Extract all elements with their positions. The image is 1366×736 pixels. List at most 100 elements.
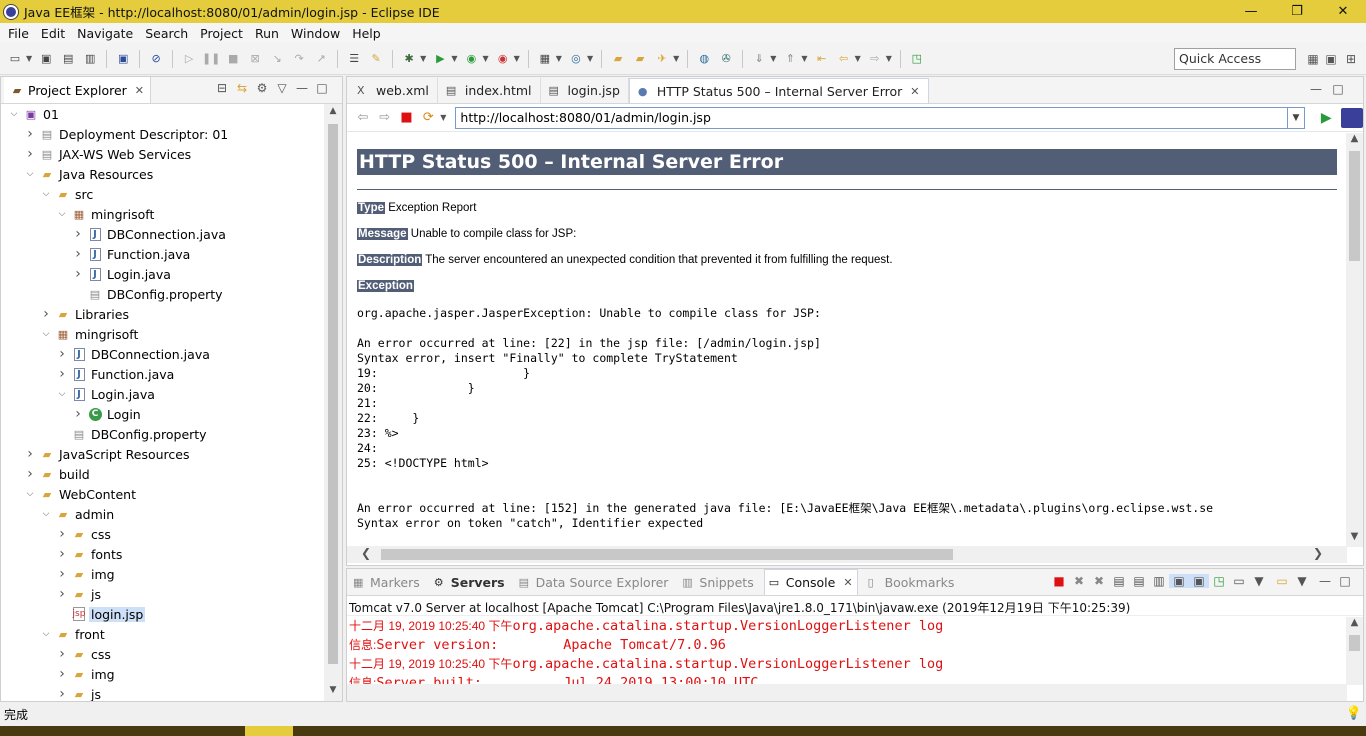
editor-tab[interactable]: Xweb.xml: [349, 78, 438, 103]
tree-item[interactable]: ⌵ ▦ mingrisoft: [1, 324, 324, 344]
tree-item[interactable]: › ▰ img: [1, 564, 324, 584]
close-icon[interactable]: ✕: [135, 84, 144, 97]
filters-icon[interactable]: ⚙: [252, 81, 272, 95]
tree-item[interactable]: ▤ DBConfig.property: [1, 424, 324, 444]
new-dropdown-icon[interactable]: ▼: [26, 54, 32, 63]
tree-item[interactable]: › ▰ img: [1, 664, 324, 684]
scroll-up-icon[interactable]: ▲: [324, 106, 342, 122]
minimize-view-icon[interactable]: —: [292, 81, 312, 95]
new-server-dropdown-icon[interactable]: ▼: [556, 54, 562, 63]
chevron-right-icon[interactable]: ›: [23, 466, 37, 482]
chevron-down-icon[interactable]: ⌵: [23, 169, 37, 179]
scroll-up-icon[interactable]: ▲: [1346, 617, 1363, 628]
pin-console-icon[interactable]: ◳: [1209, 574, 1229, 588]
scroll-thumb[interactable]: [1349, 151, 1360, 261]
browser-refresh-dropdown-icon[interactable]: ▼: [440, 113, 446, 122]
url-input[interactable]: [455, 106, 1288, 129]
open-task-dropdown-icon[interactable]: ▼: [673, 54, 679, 63]
open-perspective-icon[interactable]: ▦: [1304, 50, 1322, 68]
task-list-icon[interactable]: ☰: [345, 50, 363, 68]
forward-dropdown-icon[interactable]: ▼: [886, 54, 892, 63]
web-browser-icon[interactable]: ◍: [695, 50, 713, 68]
editor-tab[interactable]: ● HTTP Status 500 – Internal Server Error…: [628, 78, 929, 103]
tree-item[interactable]: › ▰ css: [1, 524, 324, 544]
link-with-editor-icon[interactable]: ⇆: [232, 81, 252, 95]
tree-item[interactable]: › ▰ build: [1, 464, 324, 484]
word-wrap-icon[interactable]: ▥: [1149, 574, 1169, 588]
forward-icon[interactable]: ⇨: [866, 50, 884, 68]
display-console-dropdown-icon[interactable]: ▼: [1249, 574, 1269, 588]
url-history-dropdown-icon[interactable]: ▼: [1287, 106, 1306, 129]
tree-item[interactable]: ⌵ ▦ mingrisoft: [1, 204, 324, 224]
menu-window[interactable]: Window: [285, 26, 346, 41]
tree-item[interactable]: › J Function.java: [1, 364, 324, 384]
new-class-dropdown-icon[interactable]: ▼: [587, 54, 593, 63]
chevron-down-icon[interactable]: ⌵: [55, 209, 69, 219]
suspend-icon[interactable]: ❚❚: [202, 50, 220, 68]
show-on-stdout-icon[interactable]: ▣: [1169, 574, 1189, 588]
new-icon[interactable]: ▭: [6, 50, 24, 68]
minimize-button[interactable]: —: [1228, 0, 1274, 23]
pin-editor-icon[interactable]: ◳: [908, 50, 926, 68]
tree-item[interactable]: ⌵ ▣ 01: [1, 104, 324, 124]
chevron-right-icon[interactable]: ›: [55, 366, 69, 382]
java-perspective-icon[interactable]: ⊞: [1342, 50, 1360, 68]
previous-annotation-icon[interactable]: ⇑: [781, 50, 799, 68]
tree-item[interactable]: › J Function.java: [1, 244, 324, 264]
back-dropdown-icon[interactable]: ▼: [855, 54, 861, 63]
scroll-up-icon[interactable]: ▲: [1346, 133, 1363, 149]
tree-item[interactable]: › C Login: [1, 404, 324, 424]
resume-icon[interactable]: ▷: [180, 50, 198, 68]
tree-item[interactable]: › ▰ js: [1, 584, 324, 604]
browser-forward-icon[interactable]: ⇨: [375, 108, 395, 128]
tree-item[interactable]: › ▰ fonts: [1, 544, 324, 564]
tree-item[interactable]: ▤ DBConfig.property: [1, 284, 324, 304]
open-console-icon[interactable]: ▭: [1272, 574, 1292, 588]
minimize-editor-icon[interactable]: —: [1305, 82, 1327, 96]
browser-back-icon[interactable]: ⇦: [353, 108, 373, 128]
new-class-icon[interactable]: ◎: [567, 50, 585, 68]
search-icon[interactable]: ✇: [717, 50, 735, 68]
maximize-view-icon[interactable]: □: [1335, 574, 1355, 588]
terminate-icon[interactable]: ■: [224, 50, 242, 68]
chevron-right-icon[interactable]: ›: [55, 546, 69, 562]
page-horizontal-scrollbar[interactable]: ❮ ❯: [347, 546, 1347, 563]
menu-edit[interactable]: Edit: [35, 26, 71, 41]
chevron-right-icon[interactable]: ›: [71, 246, 85, 262]
external-tools-dropdown-icon[interactable]: ▼: [514, 54, 520, 63]
tree-item[interactable]: jsp login.jsp: [1, 604, 324, 624]
console-horizontal-scrollbar[interactable]: [347, 684, 1347, 701]
chevron-right-icon[interactable]: ›: [39, 306, 53, 322]
chevron-right-icon[interactable]: ›: [55, 566, 69, 582]
tree-item[interactable]: › J DBConnection.java: [1, 344, 324, 364]
tree-item[interactable]: › ▰ js: [1, 684, 324, 701]
maximize-button[interactable]: ❐: [1274, 0, 1320, 23]
chevron-down-icon[interactable]: ⌵: [39, 329, 53, 339]
tree-item[interactable]: › ▤ Deployment Descriptor: 01: [1, 124, 324, 144]
tree-item[interactable]: ⌵ ▰ WebContent: [1, 484, 324, 504]
chevron-right-icon[interactable]: ›: [23, 446, 37, 462]
previous-annotation-dropdown-icon[interactable]: ▼: [801, 54, 807, 63]
tab-markers[interactable]: ▦ Markers: [349, 569, 424, 595]
tab-console[interactable]: ▭ Console ✕: [763, 569, 858, 595]
maximize-editor-icon[interactable]: □: [1327, 82, 1349, 96]
remove-launch-icon[interactable]: ✖: [1069, 574, 1089, 588]
tree-item[interactable]: › ▰ Libraries: [1, 304, 324, 324]
open-task-icon[interactable]: ✈: [653, 50, 671, 68]
step-over-icon[interactable]: ↷: [290, 50, 308, 68]
open-console-dropdown-icon[interactable]: ▼: [1292, 574, 1312, 588]
chevron-right-icon[interactable]: ›: [55, 646, 69, 662]
browser-stop-icon[interactable]: ■: [397, 108, 417, 128]
save-all-icon[interactable]: ▤: [59, 50, 77, 68]
maximize-view-icon[interactable]: □: [312, 81, 332, 95]
scroll-down-icon[interactable]: ▼: [324, 685, 342, 701]
menu-project[interactable]: Project: [194, 26, 249, 41]
chevron-right-icon[interactable]: ›: [23, 146, 37, 162]
next-annotation-dropdown-icon[interactable]: ▼: [770, 54, 776, 63]
tree-item[interactable]: › J DBConnection.java: [1, 224, 324, 244]
new-server-icon[interactable]: ▦: [536, 50, 554, 68]
skip-breakpoints-icon[interactable]: ⊘: [147, 50, 165, 68]
browser-refresh-icon[interactable]: ⟳: [418, 108, 438, 128]
tab-snippets[interactable]: ▥ Snippets: [678, 569, 757, 595]
lightbulb-icon[interactable]: 💡: [1346, 706, 1362, 721]
